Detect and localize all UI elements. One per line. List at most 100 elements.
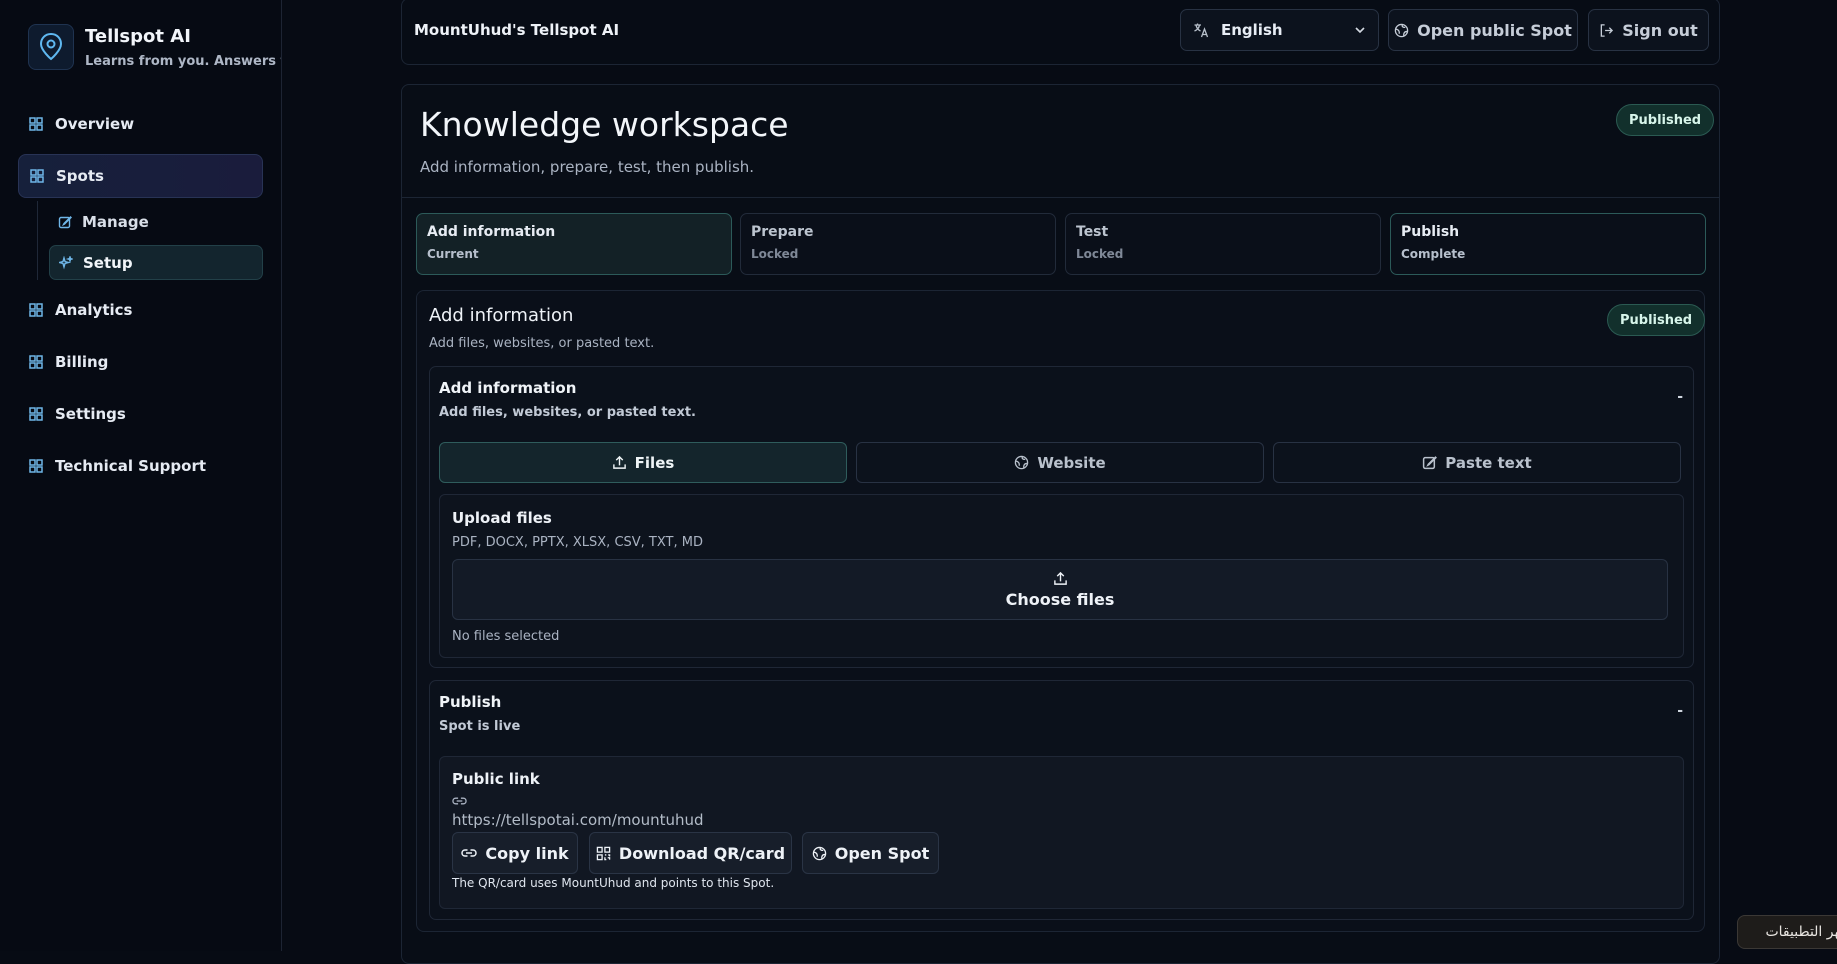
collapse-toggle[interactable]: - xyxy=(1677,389,1683,405)
step-state: Locked xyxy=(751,247,799,261)
collapse-toggle[interactable]: - xyxy=(1677,703,1683,719)
step-name: Prepare xyxy=(751,224,814,240)
link-icon xyxy=(461,849,478,857)
page-subtitle: Add information, prepare, test, then pub… xyxy=(420,158,755,176)
header-title: MountUhud's Tellspot AI xyxy=(414,21,620,39)
open-spot-button[interactable]: Open Spot xyxy=(802,832,939,874)
sidebar-subitem-setup[interactable]: Setup xyxy=(49,245,263,280)
language-select[interactable]: English xyxy=(1180,9,1379,51)
public-link-url[interactable]: https://tellspotai.com/mountuhud xyxy=(452,811,704,829)
sign-out-icon xyxy=(1600,23,1614,37)
edit-icon xyxy=(58,215,72,228)
edit-icon xyxy=(1423,456,1438,470)
sparkle-icon xyxy=(59,255,73,270)
location-pin-logo-icon xyxy=(28,24,74,70)
download-qr-card-button[interactable]: Download QR/card xyxy=(589,832,792,874)
tab-website[interactable]: Website xyxy=(856,442,1264,483)
sidebar-item-label: Analytics xyxy=(55,301,133,319)
sidebar-subitem-label: Manage xyxy=(82,212,149,231)
chevron-down-icon xyxy=(1355,27,1365,34)
upload-status: No files selected xyxy=(452,629,560,644)
grid-icon xyxy=(29,117,43,131)
step-name: Publish xyxy=(1401,224,1460,240)
tab-paste-text[interactable]: Paste text xyxy=(1273,442,1681,483)
panel-title: Publish xyxy=(439,693,502,711)
upload-files-box: Upload files PDF, DOCX, PPTX, XLSX, CSV,… xyxy=(439,494,1684,658)
grid-icon xyxy=(29,355,43,369)
step-state: Locked xyxy=(1076,247,1124,261)
public-link-box: Public link https://tellspotai.com/mount… xyxy=(439,756,1684,909)
sidebar-item-overview[interactable]: Overview xyxy=(18,102,263,146)
sidebar-subitem-label: Setup xyxy=(83,253,133,272)
open-public-spot-label: Open public Spot xyxy=(1417,20,1572,40)
link-icon xyxy=(452,797,467,805)
sidebar-item-settings[interactable]: Settings xyxy=(18,392,263,436)
grid-icon xyxy=(29,303,43,317)
sidebar-item-label: Settings xyxy=(55,405,126,423)
qr-code-icon xyxy=(596,846,611,860)
sidebar-subitem-manage[interactable]: Manage xyxy=(49,204,263,239)
top-header: MountUhud's Tellspot AI English Open pub… xyxy=(401,0,1720,65)
choose-files-button[interactable]: Choose files xyxy=(452,559,1668,620)
step-prepare[interactable]: Prepare Locked xyxy=(740,213,1056,275)
section-subtitle: Add files, websites, or pasted text. xyxy=(429,336,655,351)
brand[interactable]: Tellspot AI Learns from you. Answers for… xyxy=(28,24,281,70)
step-add-information[interactable]: Add information Current xyxy=(416,213,732,275)
choose-files-label: Choose files xyxy=(1005,589,1115,609)
open-public-spot-button[interactable]: Open public Spot xyxy=(1388,9,1578,51)
tab-label: Files xyxy=(634,453,675,472)
sub-nav-rail xyxy=(37,201,38,280)
panel-subtitle: Add files, websites, or pasted text. xyxy=(439,405,696,420)
step-publish[interactable]: Publish Complete xyxy=(1390,213,1706,275)
knowledge-workspace-card: Knowledge workspace Add information, pre… xyxy=(401,84,1720,964)
open-spot-label: Open Spot xyxy=(834,843,930,863)
sidebar-item-technical-support[interactable]: Technical Support xyxy=(18,444,263,488)
page-title: Knowledge workspace xyxy=(420,105,789,144)
add-information-section: Add information Add files, websites, or … xyxy=(416,290,1706,932)
sidebar-item-billing[interactable]: Billing xyxy=(18,340,263,384)
sidebar-item-label: Spots xyxy=(56,167,104,185)
grid-icon xyxy=(29,407,43,421)
step-test[interactable]: Test Locked xyxy=(1065,213,1381,275)
brand-tagline: Learns from you. Answers for you. xyxy=(85,54,281,69)
sidebar-item-label: Overview xyxy=(55,115,135,133)
sidebar-item-analytics[interactable]: Analytics xyxy=(18,288,263,332)
copy-link-label: Copy link xyxy=(485,843,569,863)
upload-title: Upload files xyxy=(452,509,552,527)
grid-icon xyxy=(29,459,43,473)
section-title: Add information xyxy=(429,305,574,326)
sidebar-item-label: Technical Support xyxy=(55,457,207,475)
qr-card-note: The QR/card uses MountUhud and points to… xyxy=(452,876,775,890)
copy-link-button[interactable]: Copy link xyxy=(452,832,578,874)
step-name: Add information xyxy=(427,224,556,240)
show-apps-button[interactable]: أظهر التطبيقات xyxy=(1737,915,1837,949)
language-value: English xyxy=(1221,21,1283,39)
upload-formats: PDF, DOCX, PPTX, XLSX, CSV, TXT, MD xyxy=(452,535,703,550)
tab-label: Website xyxy=(1037,453,1106,472)
sidebar-item-label: Billing xyxy=(55,353,109,371)
step-state: Current xyxy=(427,247,479,261)
upload-icon xyxy=(1053,571,1067,585)
globe-icon xyxy=(1394,23,1409,37)
add-information-panel: Add information Add files, websites, or … xyxy=(429,366,1694,668)
panel-subtitle: Spot is live xyxy=(439,719,521,734)
step-name: Test xyxy=(1076,224,1109,240)
globe-icon xyxy=(812,846,826,860)
step-state: Complete xyxy=(1401,247,1466,261)
publish-panel: Publish Spot is live - Public link https… xyxy=(429,680,1694,920)
divider xyxy=(402,197,1719,198)
status-badge: Published xyxy=(1616,104,1715,136)
globe-icon xyxy=(1015,455,1029,470)
sidebar: Tellspot AI Learns from you. Answers for… xyxy=(0,0,282,951)
translate-icon xyxy=(1194,23,1209,38)
sign-out-button[interactable]: Sign out xyxy=(1588,9,1709,51)
grid-icon xyxy=(30,169,44,183)
download-qr-label: Download QR/card xyxy=(618,843,786,863)
brand-title: Tellspot AI xyxy=(85,26,191,47)
status-badge: Published xyxy=(1607,304,1706,336)
tab-label: Paste text xyxy=(1445,453,1532,472)
upload-icon xyxy=(612,455,626,469)
public-link-title: Public link xyxy=(452,770,540,788)
sidebar-item-spots[interactable]: Spots xyxy=(18,154,263,198)
tab-files[interactable]: Files xyxy=(439,442,847,483)
